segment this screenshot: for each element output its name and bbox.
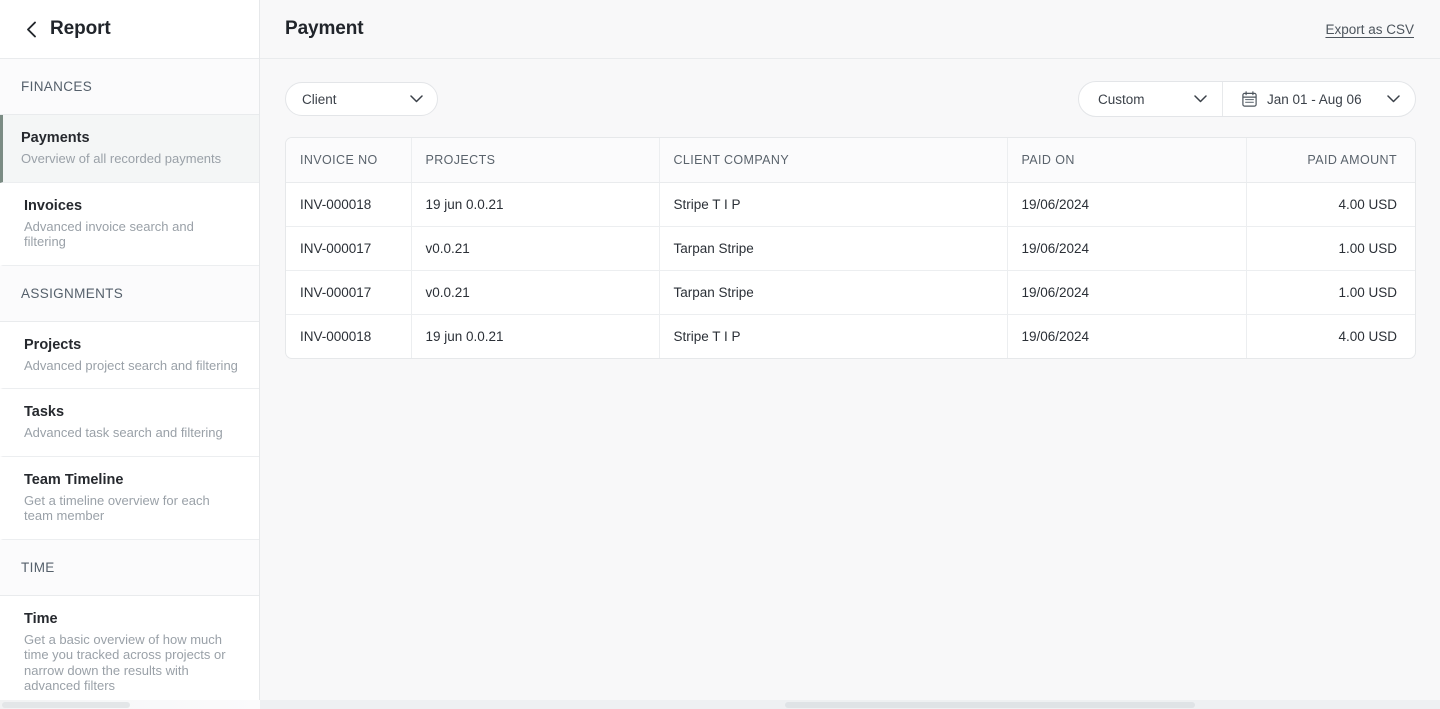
payments-table: INVOICE NO PROJECTS CLIENT COMPANY PAID … — [285, 137, 1416, 359]
cell-invoice-no: INV-000017 — [286, 226, 412, 271]
chevron-down-icon — [1387, 93, 1400, 106]
cell-client-company: Stripe T I P — [659, 182, 1008, 227]
sidebar-item-tasks[interactable]: Tasks Advanced task search and filtering — [0, 389, 259, 457]
sidebar-item-title: Team Timeline — [24, 471, 124, 488]
sidebar-item-team-timeline[interactable]: Team Timeline Get a timeline overview fo… — [0, 456, 259, 540]
section-label: TIME — [21, 559, 55, 575]
page-title: Payment — [285, 18, 364, 39]
table-header: INVOICE NO PROJECTS CLIENT COMPANY PAID … — [286, 138, 1415, 183]
cell-projects: v0.0.21 — [411, 226, 660, 271]
section-label: FINANCES — [21, 79, 93, 94]
chevron-down-icon — [410, 93, 423, 106]
cell-invoice-no: INV-000018 — [286, 314, 412, 358]
table-body: INV-000018 19 jun 0.0.21 Stripe T I P 19… — [286, 182, 1415, 358]
range-preset-label: Custom — [1098, 91, 1145, 107]
date-filter-group: Custom Jan 01 - Aug 06 — [1078, 81, 1416, 117]
cell-paid-on: 19/06/2024 — [1007, 314, 1247, 358]
cell-paid-on: 19/06/2024 — [1007, 226, 1247, 271]
sidebar-item-description: Overview of all recorded payments — [21, 151, 222, 166]
sidebar-nav: FINANCES Payments Overview of all record… — [0, 59, 259, 709]
cell-paid-amount: 4.00 USD — [1338, 329, 1397, 344]
app-root: Report FINANCES Payments Overview of all… — [0, 0, 1440, 709]
sidebar-section-assignments: ASSIGNMENTS — [0, 265, 259, 322]
sidebar-section-finances: FINANCES — [0, 59, 259, 115]
sidebar-item-description: Get a basic overview of how much time yo… — [24, 631, 226, 694]
main-content: Payment Export as CSV Client Custom Jan … — [260, 0, 1440, 709]
sidebar-item-projects[interactable]: Projects Advanced project search and fil… — [0, 321, 259, 389]
range-preset-dropdown[interactable]: Custom — [1079, 82, 1222, 116]
column-header-paid-amount[interactable]: PAID AMOUNT — [1246, 138, 1415, 183]
client-filter-label: Client — [302, 91, 337, 107]
date-range-label: Jan 01 - Aug 06 — [1267, 91, 1362, 107]
cell-client-company: Stripe T I P — [659, 314, 1008, 358]
chevron-left-icon[interactable] — [22, 20, 40, 38]
section-label: ASSIGNMENTS — [21, 285, 124, 301]
sidebar-item-description: Get a timeline overview for each team me… — [24, 492, 210, 524]
sidebar-item-title: Payments — [21, 130, 90, 146]
sidebar: Report FINANCES Payments Overview of all… — [0, 0, 260, 709]
column-header-client-company[interactable]: CLIENT COMPANY — [659, 138, 1008, 183]
table-row[interactable]: INV-000017 v0.0.21 Tarpan Stripe 19/06/2… — [286, 270, 1415, 315]
cell-invoice-no: INV-000017 — [286, 270, 412, 315]
cell-paid-amount: 1.00 USD — [1246, 270, 1415, 315]
calendar-icon — [1242, 91, 1257, 107]
cell-paid-on: 19/06/2024 — [1007, 270, 1247, 315]
cell-paid-amount: 1.00 USD — [1246, 226, 1415, 271]
cell-client-company: Tarpan Stripe — [659, 270, 1008, 315]
payments-table-element: INVOICE NO PROJECTS CLIENT COMPANY PAID … — [286, 138, 1415, 358]
main-header: Payment Export as CSV — [260, 0, 1440, 59]
table-row[interactable]: INV-000017 v0.0.21 Tarpan Stripe 19/06/2… — [286, 226, 1415, 271]
filters-toolbar: Client Custom Jan 01 - Aug 06 — [260, 59, 1440, 117]
chevron-down-icon — [1194, 93, 1207, 106]
client-filter-dropdown[interactable]: Client — [285, 82, 438, 116]
cell-projects: 19 jun 0.0.21 — [411, 182, 660, 227]
date-range-picker[interactable]: Jan 01 - Aug 06 — [1222, 82, 1415, 116]
column-header-projects[interactable]: PROJECTS — [411, 138, 660, 183]
cell-paid-on: 19/06/2024 — [1007, 182, 1247, 227]
cell-invoice-no: INV-000018 — [286, 182, 412, 227]
column-header-paid-on[interactable]: PAID ON — [1007, 138, 1247, 183]
main-horizontal-scrollbar[interactable] — [260, 700, 1440, 709]
cell-projects: v0.0.21 — [411, 270, 660, 315]
sidebar-title: Report — [50, 18, 111, 39]
export-as-csv-button[interactable]: Export as CSV — [1325, 22, 1414, 37]
sidebar-item-payments[interactable]: Payments Overview of all recorded paymen… — [0, 115, 259, 183]
sidebar-item-description: Advanced task search and filtering — [24, 425, 223, 440]
sidebar-section-time: TIME — [0, 539, 259, 596]
main-scrollbar-thumb[interactable] — [785, 702, 1195, 708]
sidebar-horizontal-scrollbar[interactable] — [0, 700, 260, 709]
sidebar-header: Report — [0, 0, 259, 59]
cell-paid-amount: 4.00 USD — [1246, 182, 1415, 227]
sidebar-item-title: Time — [24, 610, 58, 627]
table-row[interactable]: INV-000018 19 jun 0.0.21 Stripe T I P 19… — [286, 314, 1415, 358]
sidebar-item-invoices[interactable]: Invoices Advanced invoice search and fil… — [0, 182, 259, 266]
cell-projects: 19 jun 0.0.21 — [411, 314, 660, 358]
sidebar-item-title: Tasks — [24, 404, 65, 420]
sidebar-item-description: Advanced project search and filtering — [24, 357, 238, 373]
cell-client-company: Tarpan Stripe — [659, 226, 1008, 271]
column-header-invoice-no[interactable]: INVOICE NO — [286, 138, 412, 183]
table-header-row: INVOICE NO PROJECTS CLIENT COMPANY PAID … — [286, 138, 1415, 183]
sidebar-item-description: Advanced invoice search and filtering — [24, 218, 194, 250]
table-row[interactable]: INV-000018 19 jun 0.0.21 Stripe T I P 19… — [286, 182, 1415, 227]
sidebar-item-title: Projects — [24, 336, 82, 353]
sidebar-item-title: Invoices — [24, 197, 83, 214]
sidebar-scrollbar-thumb[interactable] — [2, 702, 130, 708]
sidebar-item-time[interactable]: Time Get a basic overview of how much ti… — [0, 595, 259, 709]
